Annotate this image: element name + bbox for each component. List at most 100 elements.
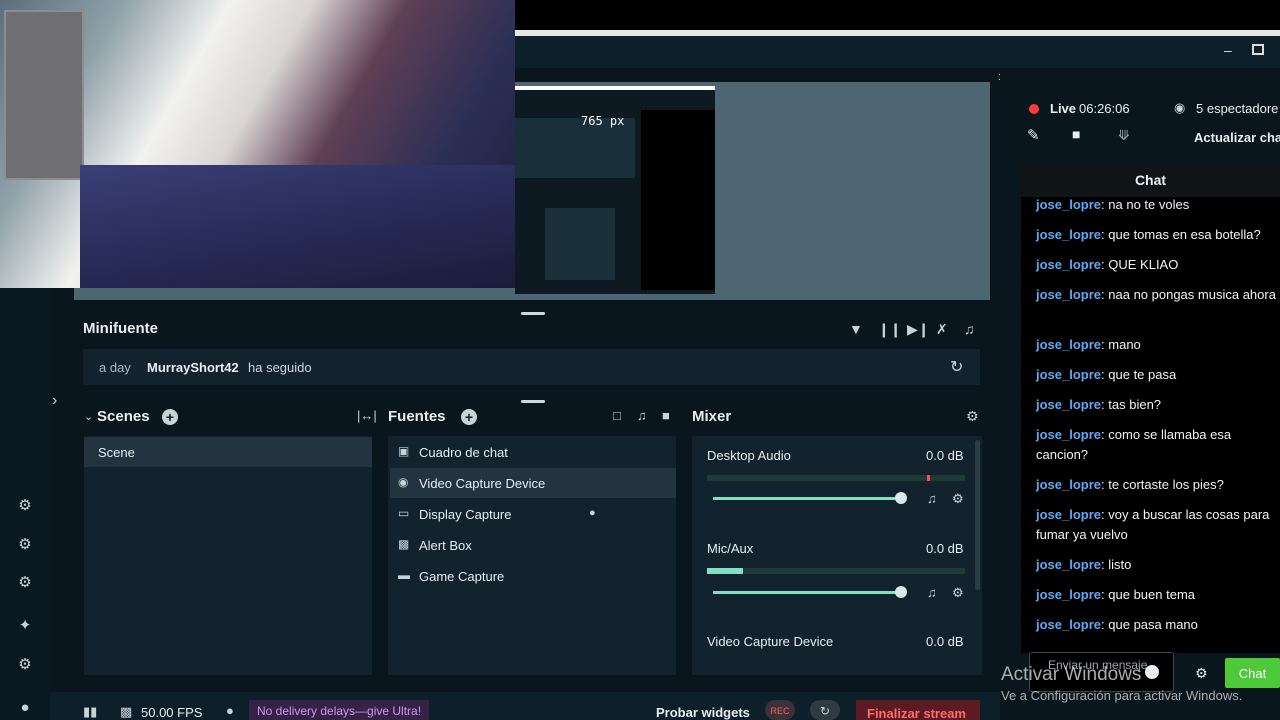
speaker-icon[interactable]: ♫ bbox=[927, 491, 937, 506]
chat-username[interactable]: jose_lopre bbox=[1036, 197, 1101, 212]
add-source-icon[interactable]: + bbox=[461, 409, 477, 425]
chat-username[interactable]: jose_lopre bbox=[1036, 337, 1101, 352]
source-item-video-capture[interactable]: ◉ Video Capture Device bbox=[390, 468, 676, 498]
chat-username[interactable]: jose_lopre bbox=[1036, 257, 1101, 272]
replay-buffer-icon[interactable]: ↻ bbox=[810, 700, 840, 720]
chat-username[interactable]: jose_lopre bbox=[1036, 287, 1101, 302]
scenes-title: Scenes bbox=[97, 408, 150, 425]
chat-message: jose_lopre: que tomas en esa botella? bbox=[1036, 227, 1261, 242]
source-item-alert-box[interactable]: ▩ Alert Box bbox=[390, 530, 676, 560]
source-folder-icon[interactable]: ■ bbox=[662, 408, 670, 423]
chat-settings-icon[interactable]: ⚙ bbox=[1195, 665, 1208, 682]
chat-message: jose_lopre: listo bbox=[1036, 557, 1132, 572]
chat-message: jose_lopre: QUE KLIAO bbox=[1036, 257, 1179, 272]
actualizar-chat-button[interactable]: Actualizar cha bbox=[1194, 130, 1280, 145]
filter-icon[interactable]: ▼ bbox=[849, 321, 863, 337]
mixer-settings-icon[interactable]: ⚙ bbox=[966, 408, 979, 425]
chat-username[interactable]: jose_lopre bbox=[1036, 477, 1101, 492]
skip-icon[interactable]: ▶❙ bbox=[907, 321, 930, 338]
camera-icon: ◉ bbox=[398, 475, 409, 489]
live-timer: 06:26:06 bbox=[1079, 101, 1130, 116]
expand-chevron-icon[interactable]: › bbox=[52, 392, 57, 410]
chat-username[interactable]: jose_lopre bbox=[1036, 507, 1101, 522]
volume-knob[interactable] bbox=[895, 492, 907, 504]
emoji-icon[interactable] bbox=[1145, 665, 1159, 679]
gamepad-icon: ▬ bbox=[398, 568, 410, 582]
replay-icon[interactable]: ↻ bbox=[950, 357, 963, 377]
audio-meter bbox=[707, 475, 965, 481]
alert-box-icon: ▩ bbox=[398, 537, 410, 551]
chat-username[interactable]: jose_lopre bbox=[1036, 587, 1101, 602]
px-readout: 765 px bbox=[581, 114, 625, 128]
send-chat-button[interactable]: Chat bbox=[1225, 658, 1280, 688]
chat-text: que pasa mano bbox=[1108, 617, 1198, 632]
chat-text: QUE KLIAO bbox=[1108, 257, 1179, 272]
profile-icon[interactable]: ● bbox=[14, 697, 36, 719]
source-display-icon[interactable]: □ bbox=[613, 408, 621, 423]
webcam-scene-bed bbox=[80, 165, 515, 288]
channel-name: Video Capture Device bbox=[707, 634, 834, 649]
chat-username[interactable]: jose_lopre bbox=[1036, 397, 1101, 412]
mixer-scrollbar[interactable] bbox=[975, 440, 980, 590]
share-icon[interactable]: ⟱ bbox=[1118, 127, 1130, 144]
sparkle-icon[interactable]: ✦ bbox=[14, 615, 36, 637]
volume-slider[interactable] bbox=[713, 497, 903, 500]
resize-handle-2[interactable] bbox=[521, 400, 545, 403]
ultra-promo-banner[interactable]: No delivery delays—give Ultra! bbox=[249, 700, 430, 720]
speaker-icon[interactable]: ♫ bbox=[927, 585, 937, 600]
resize-handle[interactable] bbox=[521, 312, 545, 315]
collapse-chevron-icon[interactable]: ⌄ bbox=[84, 410, 93, 423]
chat-username[interactable]: jose_lopre bbox=[1036, 427, 1101, 442]
volume-icon[interactable]: ♫ bbox=[964, 321, 975, 337]
volume-slider[interactable] bbox=[713, 591, 903, 594]
source-audio-icon[interactable]: ♫ bbox=[637, 408, 647, 423]
channel-name: Mic/Aux bbox=[707, 541, 754, 556]
chat-username[interactable]: jose_lopre bbox=[1036, 617, 1101, 632]
scene-item[interactable]: Scene bbox=[84, 437, 372, 467]
chat-message: jose_lopre: na no te voles bbox=[1036, 197, 1190, 212]
audio-meter bbox=[707, 568, 965, 574]
channel-gear-icon[interactable]: ⚙ bbox=[952, 491, 964, 507]
chat-username[interactable]: jose_lopre bbox=[1036, 227, 1101, 242]
source-item-display-capture[interactable]: ▭ Display Capture ● bbox=[390, 499, 676, 529]
chat-username[interactable]: jose_lopre bbox=[1036, 367, 1101, 382]
mute-alerts-icon[interactable]: ✗ bbox=[936, 321, 948, 338]
event-action: ha seguido bbox=[248, 360, 312, 375]
chat-text: que tomas en esa botella? bbox=[1108, 227, 1261, 242]
rec-button[interactable]: REC bbox=[765, 700, 795, 720]
volume-knob[interactable] bbox=[895, 586, 907, 598]
source-item-game-capture[interactable]: ▬ Game Capture bbox=[390, 561, 676, 591]
pause-icon[interactable]: ❙❙ bbox=[878, 321, 901, 338]
app-store-icon[interactable]: ⚙ bbox=[14, 495, 36, 517]
stats-icon[interactable]: ▮▮ bbox=[83, 704, 97, 720]
notification-bell-icon[interactable]: ● bbox=[226, 703, 234, 718]
highlighter-icon[interactable]: ⚙ bbox=[14, 534, 36, 556]
chat-message: jose_lopre: que te pasa bbox=[1036, 367, 1177, 382]
event-time: a day bbox=[99, 360, 131, 375]
chat-text: tas bien? bbox=[1108, 397, 1162, 412]
fps-icon: ▩ bbox=[120, 704, 133, 719]
nested-chat-pane bbox=[641, 110, 715, 290]
finalizar-stream-button[interactable]: Finalizar stream bbox=[856, 700, 980, 720]
maximize-icon[interactable] bbox=[1252, 44, 1264, 55]
chat-message: jose_lopre: voy a buscar las cosas para … bbox=[1036, 507, 1270, 542]
source-label: Cuadro de chat bbox=[419, 445, 508, 460]
nested-mixer-pane bbox=[545, 208, 615, 280]
settings-gear-icon[interactable]: ⚙ bbox=[14, 654, 36, 676]
probar-widgets-link[interactable]: Probar widgets bbox=[656, 705, 750, 720]
lock-icon[interactable]: ● bbox=[589, 507, 596, 519]
add-scene-icon[interactable]: + bbox=[162, 409, 178, 425]
live-dot-icon bbox=[1029, 104, 1039, 114]
chat-username[interactable]: jose_lopre bbox=[1036, 557, 1101, 572]
viewer-count: 5 espectadore bbox=[1196, 101, 1279, 116]
video-camera-icon[interactable]: ■ bbox=[1072, 126, 1080, 142]
source-item-chat-box[interactable]: ▣ Cuadro de chat bbox=[390, 437, 676, 467]
edit-pencil-icon[interactable]: ✎ bbox=[1027, 126, 1040, 144]
chat-text: que te pasa bbox=[1108, 367, 1177, 382]
minimize-icon[interactable]: – bbox=[1224, 42, 1232, 58]
chat-text: na no te voles bbox=[1108, 197, 1190, 212]
chat-text: listo bbox=[1108, 557, 1132, 572]
scene-transitions-icon[interactable]: |↔| bbox=[357, 408, 377, 423]
theme-icon[interactable]: ⚙ bbox=[14, 572, 36, 594]
channel-gear-icon[interactable]: ⚙ bbox=[952, 585, 964, 601]
